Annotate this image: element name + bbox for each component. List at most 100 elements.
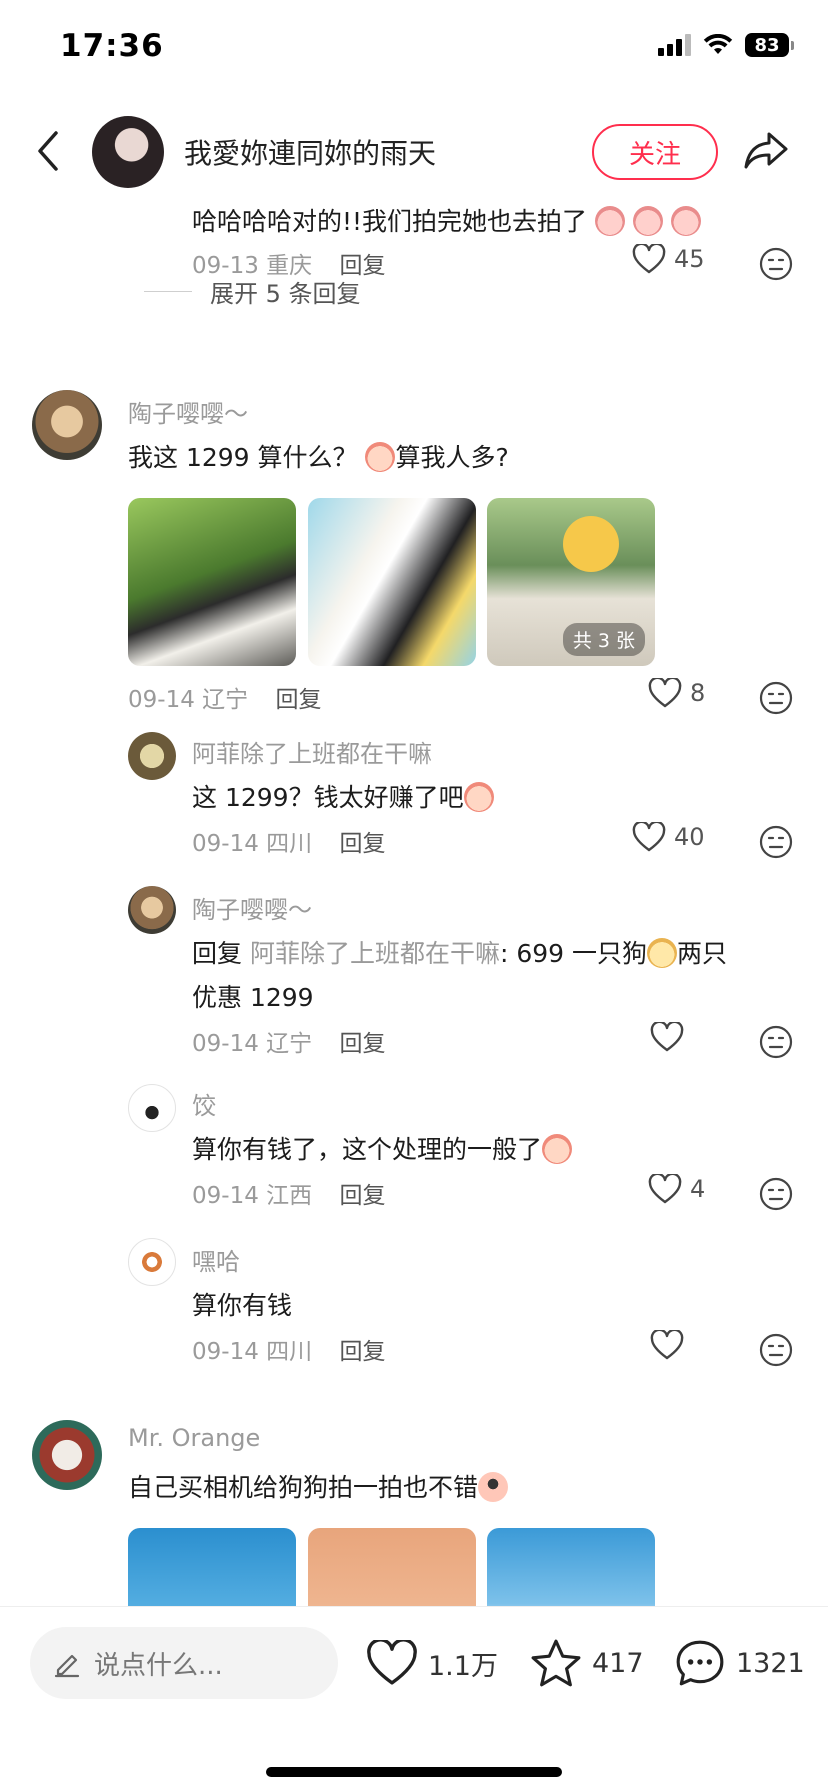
avatar[interactable] bbox=[128, 886, 176, 934]
comment-text: 自己买相机给狗狗拍一拍也不错 bbox=[128, 1468, 509, 1504]
comment-photo[interactable] bbox=[128, 1528, 296, 1606]
comment-input-placeholder: 说点什么... bbox=[94, 1650, 223, 1681]
battery-icon: 83 bbox=[745, 33, 794, 57]
follow-button[interactable]: 关注 bbox=[592, 124, 718, 180]
author-avatar[interactable] bbox=[92, 116, 164, 188]
author-name[interactable]: 我愛妳連同妳的雨天 bbox=[184, 132, 436, 172]
comment-meta: 09-14 辽宁 回复 bbox=[128, 687, 322, 713]
crying-face-emoji bbox=[365, 442, 396, 472]
heart-icon bbox=[367, 1640, 417, 1685]
pencil-icon bbox=[54, 1654, 80, 1678]
like-count: 45 bbox=[674, 245, 705, 273]
pig-face-emoji bbox=[595, 206, 625, 236]
post-like-count: 1.1万 bbox=[428, 1650, 498, 1682]
heart-icon bbox=[632, 822, 666, 852]
like-post-button[interactable]: 1.1万 bbox=[366, 1629, 498, 1697]
sunglasses-sticker bbox=[563, 516, 619, 572]
comment-username[interactable]: 阿菲除了上班都在干嘛 bbox=[192, 734, 432, 769]
like-button[interactable]: 4 bbox=[648, 1174, 705, 1204]
comment-username[interactable]: Mr. Orange bbox=[128, 1424, 260, 1452]
avatar[interactable] bbox=[128, 732, 176, 780]
comments-button[interactable]: 1321 bbox=[674, 1629, 805, 1697]
like-count: 8 bbox=[690, 679, 706, 707]
heart-icon bbox=[650, 1022, 684, 1052]
comment-username[interactable]: 饺 bbox=[192, 1086, 216, 1121]
back-icon bbox=[38, 131, 58, 171]
like-count: 40 bbox=[674, 823, 705, 851]
heart-icon bbox=[632, 244, 666, 274]
comment-photo[interactable] bbox=[128, 498, 296, 666]
like-button[interactable] bbox=[650, 1022, 684, 1052]
avatar[interactable] bbox=[128, 1238, 176, 1286]
share-icon bbox=[744, 132, 788, 169]
status-time: 17:36 bbox=[60, 28, 164, 64]
emoji-face-icon[interactable] bbox=[758, 1332, 794, 1368]
battery-level: 83 bbox=[745, 33, 789, 57]
heart-icon bbox=[648, 678, 682, 708]
sunglasses-face-emoji bbox=[478, 1472, 509, 1502]
like-button[interactable]: 45 bbox=[632, 244, 705, 274]
comment-count: 1321 bbox=[736, 1647, 805, 1679]
status-bar: 17:36 83 bbox=[0, 0, 828, 100]
emoji-face-icon[interactable] bbox=[758, 1176, 794, 1212]
header: 我愛妳連同妳的雨天 关注 bbox=[0, 108, 828, 194]
comment-photo[interactable] bbox=[487, 1528, 655, 1606]
reply-button[interactable]: 回复 bbox=[339, 1183, 385, 1209]
share-button[interactable] bbox=[742, 126, 792, 176]
hamster-emoji bbox=[647, 938, 678, 968]
pig-face-emoji bbox=[670, 206, 701, 236]
back-button[interactable] bbox=[28, 126, 68, 176]
avatar[interactable] bbox=[32, 1420, 102, 1490]
reply-target[interactable]: 阿菲除了上班都在干嘛 bbox=[250, 939, 500, 968]
comment-bubble-icon bbox=[676, 1640, 724, 1686]
emoji-face-icon[interactable] bbox=[758, 680, 794, 716]
emoji-face-icon[interactable] bbox=[758, 824, 794, 860]
favorite-button[interactable]: 417 bbox=[530, 1629, 644, 1697]
star-icon bbox=[531, 1639, 581, 1687]
expand-replies-label[interactable]: 展开 5 条回复 bbox=[210, 274, 361, 309]
comment-username[interactable]: 陶子嘤嘤～ bbox=[128, 394, 248, 429]
reply-button[interactable]: 回复 bbox=[339, 831, 385, 857]
comment-meta: 09-14 四川 回复 bbox=[192, 1339, 386, 1365]
like-button[interactable]: 8 bbox=[648, 678, 705, 708]
status-icons: 83 bbox=[658, 33, 794, 57]
comment-username[interactable]: 嘿哈 bbox=[192, 1242, 240, 1277]
comment-list[interactable]: 哈哈哈哈对的!!我们拍完她也去拍了 09-13 重庆 回复 45 展开 5 条回… bbox=[0, 194, 828, 1606]
reply-text: 哈哈哈哈对的!!我们拍完她也去拍了 bbox=[192, 202, 701, 238]
like-count: 4 bbox=[690, 1175, 706, 1203]
emoji-face-icon[interactable] bbox=[758, 246, 794, 282]
comment-photo[interactable]: 共 3 张 bbox=[487, 498, 655, 666]
comment-input[interactable]: 说点什么... bbox=[30, 1627, 338, 1699]
pig-face-emoji bbox=[632, 206, 663, 236]
cellular-signal-icon bbox=[658, 34, 691, 56]
reply-button[interactable]: 回复 bbox=[339, 1031, 385, 1057]
avatar[interactable] bbox=[128, 1084, 176, 1132]
bottom-action-bar: 说点什么... 1.1万 417 1321 bbox=[0, 1606, 828, 1792]
reply-button[interactable]: 回复 bbox=[275, 687, 321, 713]
comment-text: 回复 阿菲除了上班都在干嘛: 699 一只狗 两只 bbox=[192, 938, 728, 968]
comment-text: 这 1299？钱太好赚了吧 bbox=[192, 778, 494, 814]
comment-photo[interactable] bbox=[308, 498, 476, 666]
expand-replies[interactable]: 展开 5 条回复 bbox=[144, 266, 361, 316]
emoji-face-icon[interactable] bbox=[758, 1024, 794, 1060]
comment-text: 算你有钱了，这个处理的一般了 bbox=[192, 1130, 573, 1166]
comment-text-line2: 优惠 1299 bbox=[192, 983, 314, 1012]
crying-face-emoji bbox=[542, 1134, 573, 1164]
comment-username[interactable]: 陶子嘤嘤～ bbox=[192, 890, 312, 925]
like-button[interactable]: 40 bbox=[632, 822, 705, 852]
heart-icon bbox=[650, 1330, 684, 1360]
comment-text: 我这 1299 算什么？ 算我人多? bbox=[128, 442, 509, 472]
wifi-icon bbox=[703, 34, 733, 54]
favorite-count: 417 bbox=[592, 1647, 644, 1679]
crying-face-emoji bbox=[463, 782, 494, 812]
like-button[interactable] bbox=[650, 1330, 684, 1360]
home-indicator bbox=[266, 1767, 562, 1777]
comment-photo[interactable] bbox=[308, 1528, 476, 1606]
photo-count: 共 3 张 bbox=[562, 623, 645, 656]
reply-button[interactable]: 回复 bbox=[339, 1339, 385, 1365]
comment-meta: 09-14 江西 回复 bbox=[192, 1183, 386, 1209]
heart-icon bbox=[648, 1174, 682, 1204]
comment-text: 算你有钱 bbox=[192, 1291, 293, 1320]
avatar[interactable] bbox=[32, 390, 102, 460]
comment-meta: 09-14 辽宁 回复 bbox=[192, 1031, 386, 1057]
